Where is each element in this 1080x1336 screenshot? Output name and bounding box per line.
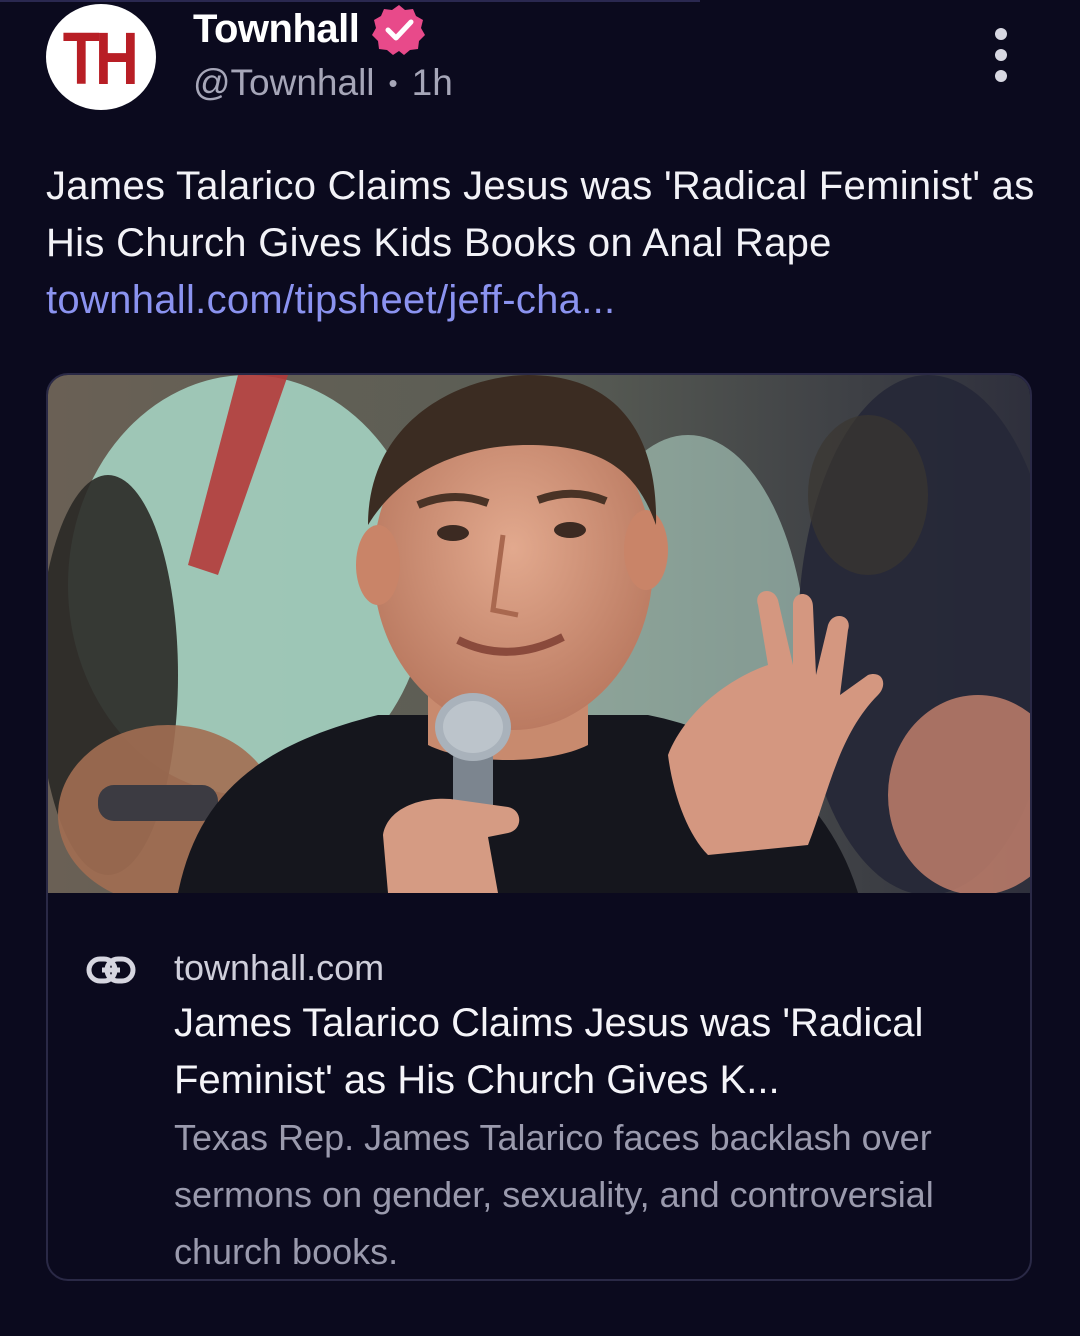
avatar[interactable]: TH xyxy=(46,4,156,110)
more-dot xyxy=(995,49,1007,61)
author-name-row: Townhall xyxy=(193,4,427,55)
link-preview-meta: townhall.com James Talarico Claims Jesus… xyxy=(48,893,1030,1279)
link-description: Texas Rep. James Talarico faces backlash… xyxy=(174,1117,934,1272)
post-time[interactable]: 1h xyxy=(412,62,453,104)
link-preview-card[interactable]: townhall.com James Talarico Claims Jesus… xyxy=(46,373,1032,1281)
post-text: James Talarico Claims Jesus was 'Radical… xyxy=(46,164,1035,265)
display-name[interactable]: Townhall xyxy=(193,7,360,52)
author-handle-row: @Townhall • 1h xyxy=(193,60,453,106)
article-photo[interactable] xyxy=(48,375,1032,893)
avatar-logo-text: TH xyxy=(62,16,138,100)
handle[interactable]: @Townhall xyxy=(193,62,375,104)
post-body: James Talarico Claims Jesus was 'Radical… xyxy=(46,158,1036,329)
separator-dot: • xyxy=(388,67,398,98)
link-icon xyxy=(86,956,136,984)
link-domain: townhall.com xyxy=(174,947,385,988)
more-dot xyxy=(995,28,1007,40)
verified-badge-icon xyxy=(372,5,426,55)
post-link[interactable]: townhall.com/tipsheet/jeff-cha... xyxy=(46,278,615,322)
more-dot xyxy=(995,70,1007,82)
link-title[interactable]: James Talarico Claims Jesus was 'Radical… xyxy=(174,995,1014,1109)
more-options-icon[interactable] xyxy=(986,28,1016,82)
post: TH Townhall @Townhall • 1h James Talaric… xyxy=(0,0,1080,1336)
